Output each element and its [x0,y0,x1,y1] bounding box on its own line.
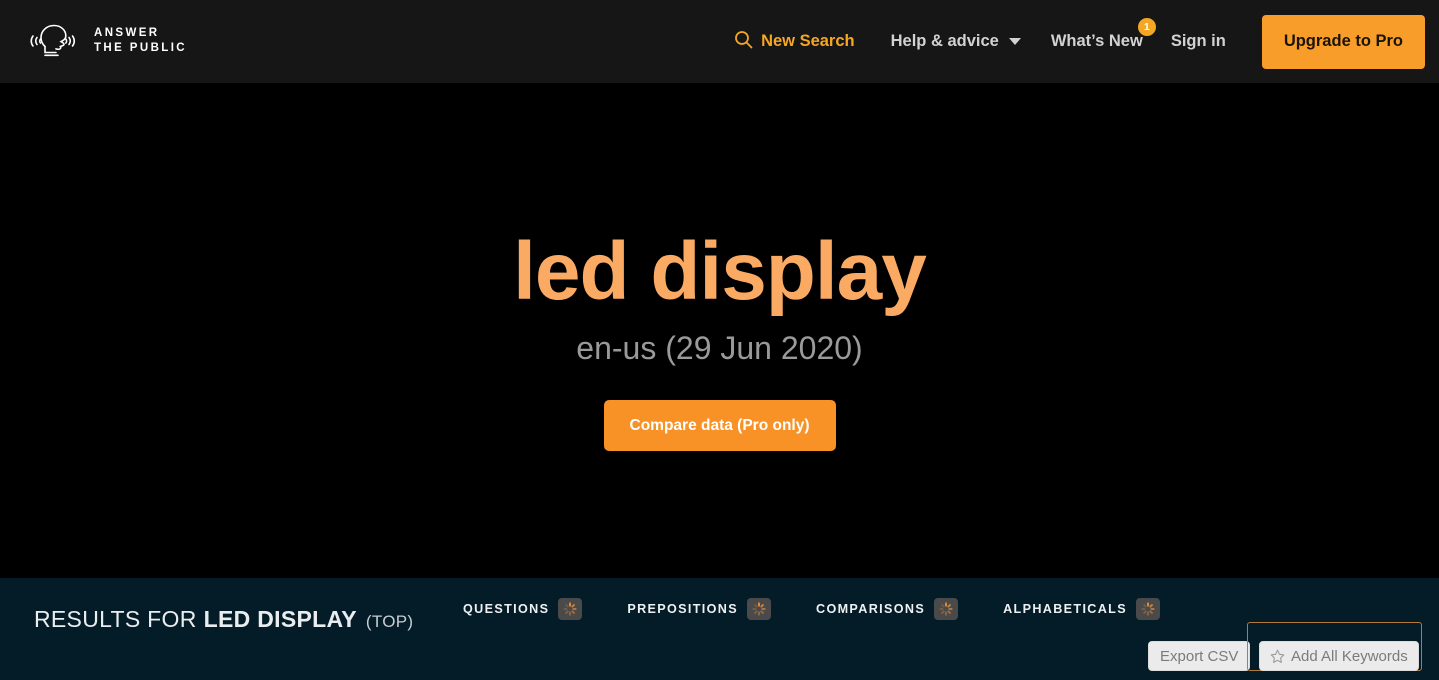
tab-questions[interactable]: QUESTIONS [463,598,583,620]
nav-sign-in[interactable]: Sign in [1171,32,1226,51]
whats-new-badge: 1 [1137,18,1156,36]
loading-spinner-icon [1135,598,1160,620]
add-all-keywords-button[interactable]: Add All Keywords [1259,641,1419,671]
tab-prepositions-label: PREPOSITIONS [627,602,738,616]
tab-alphabeticals[interactable]: ALPHABETICALS [1003,598,1160,620]
results-keyword: LED DISPLAY [203,606,357,632]
nav-sign-in-label: Sign in [1170,32,1226,50]
nav-whats-new[interactable]: What’s New 1 [1050,18,1156,51]
export-csv-button[interactable]: Export CSV [1148,641,1251,671]
brand-name-line2: THE PUBLIC [94,41,187,54]
tab-comparisons[interactable]: COMPARISONS [816,598,959,620]
results-heading: RESULTS FOR LED DISPLAY (TOP) [34,606,413,633]
site-header: ANSWER THE PUBLIC New Search Help & advi… [0,0,1439,83]
brand-logo[interactable]: ANSWER THE PUBLIC [28,22,187,60]
nav-new-search[interactable]: New Search [734,30,855,54]
tab-prepositions[interactable]: PREPOSITIONS [627,598,771,620]
results-scope: (TOP) [365,612,414,631]
tab-comparisons-label: COMPARISONS [816,602,926,616]
search-locale-date: en-us (29 Jun 2020) [576,330,863,366]
search-term-title: led display [513,226,927,317]
speaking-head-icon [28,22,84,60]
loading-spinner-icon [747,598,771,620]
compare-data-button[interactable]: Compare data (Pro only) [603,400,836,451]
tab-alphabeticals-label: ALPHABETICALS [1003,602,1127,616]
add-all-keywords-label: Add All Keywords [1291,647,1408,665]
hero-section: led display en-us (29 Jun 2020) Compare … [0,83,1439,578]
nav-help-advice-label: Help & advice [890,32,999,50]
results-tabs: QUESTIONS PREPOSITIONS COMPARISONS ALPHA… [463,598,1205,620]
brand-name-line1: ANSWER [94,27,160,39]
star-icon [1270,649,1285,664]
search-icon [734,30,753,54]
nav-help-advice[interactable]: Help & advice [891,32,1021,51]
nav-new-search-label: New Search [761,32,855,50]
page-root: ANSWER THE PUBLIC New Search Help & advi… [0,0,1439,680]
loading-spinner-icon [934,598,959,620]
upgrade-to-pro-button[interactable]: Upgrade to Pro [1261,14,1425,69]
loading-spinner-icon [558,598,583,620]
results-prefix: RESULTS FOR [34,606,197,632]
tab-questions-label: QUESTIONS [463,602,550,616]
main-nav: New Search Help & advice What’s New 1 Si… [734,0,1439,83]
nav-whats-new-label: What’s New [1050,32,1143,50]
chevron-down-icon [1008,38,1021,45]
